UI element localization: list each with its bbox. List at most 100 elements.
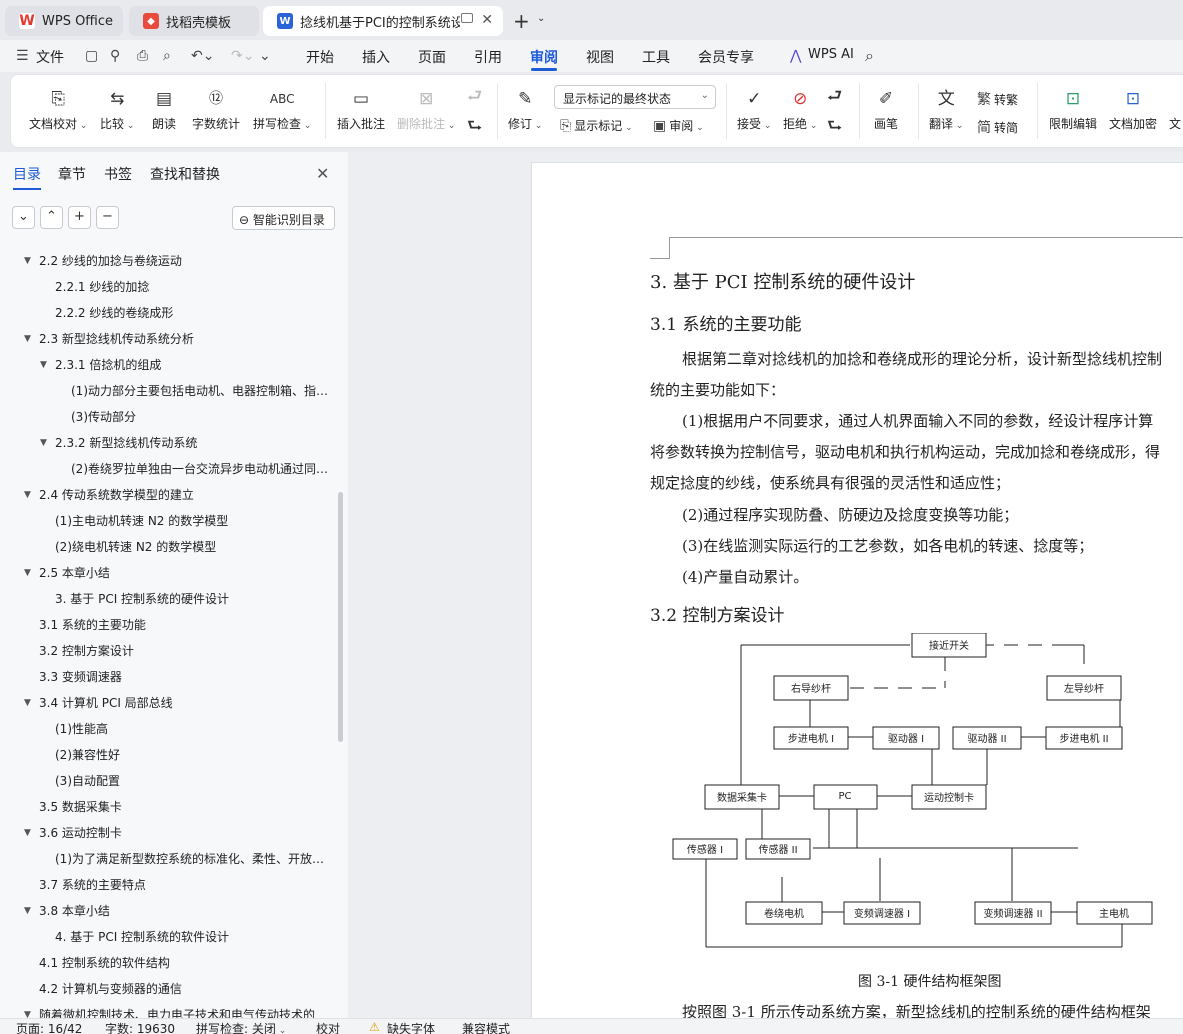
menu-view[interactable]: 视图: [586, 47, 614, 67]
hamburger-icon[interactable]: ☰: [16, 48, 29, 64]
accept-button[interactable]: ✓ 接受: [737, 85, 771, 132]
missing-font-status[interactable]: 缺失字体: [387, 1020, 435, 1034]
toc-item[interactable]: 3.3 变频调速器: [0, 664, 334, 690]
tab-document[interactable]: W 捻线机基于PCI的控制系统设计 ✕: [263, 6, 503, 36]
tab-chapters[interactable]: 章节: [58, 164, 86, 184]
toc-item[interactable]: 3.1 系统的主要功能: [0, 612, 334, 638]
expand-triangle-icon[interactable]: ▼: [24, 690, 31, 716]
menu-home[interactable]: 开始: [306, 47, 334, 67]
toc-item[interactable]: (2)卷绕罗拉单独由一台交流异步电动机通过同步带驱动: [0, 456, 334, 482]
document-page[interactable]: 3. 基于 PCI 控制系统的硬件设计 3.1 系统的主要功能 根据第二章对捻线…: [531, 162, 1183, 1022]
scrollbar[interactable]: [338, 492, 343, 742]
expand-triangle-icon[interactable]: ▼: [24, 820, 31, 846]
tab-wps-office[interactable]: W WPS Office: [5, 6, 123, 36]
search-icon[interactable]: ⌕: [865, 46, 874, 66]
menu-wps-ai[interactable]: WPS AI: [808, 47, 854, 62]
close-pane-icon[interactable]: ✕: [316, 164, 329, 183]
toc-item[interactable]: 3.5 数据采集卡: [0, 794, 334, 820]
expand-triangle-icon[interactable]: ▼: [24, 560, 31, 586]
toc-item[interactable]: ▼ 2.3 新型捻线机传动系统分析: [0, 326, 334, 352]
expand-triangle-icon[interactable]: ▼: [40, 430, 47, 456]
toc-item[interactable]: (1)主电动机转速 N2 的数学模型: [0, 508, 334, 534]
toc-item[interactable]: (2)绕电机转速 N2 的数学模型: [0, 534, 334, 560]
chevron-down-icon[interactable]: ⌄: [537, 13, 545, 24]
toc-item[interactable]: (2)兼容性好: [0, 742, 334, 768]
track-changes-button[interactable]: ✎ 修订: [508, 85, 542, 132]
proofread-button[interactable]: ⎘ 文档校对: [29, 85, 87, 132]
toc-item[interactable]: (1)为了满足新型数控系统的标准化、柔性、开放性等要求: [0, 846, 334, 872]
redo-icon[interactable]: ↷⌄: [231, 48, 254, 64]
tab-find-replace[interactable]: 查找和替换: [150, 164, 220, 184]
expand-up-button[interactable]: ⌃: [40, 206, 63, 229]
toc-item[interactable]: 4.1 控制系统的软件结构: [0, 950, 334, 976]
tab-toc[interactable]: 目录: [13, 164, 41, 190]
prev-comment-button[interactable]: ⮐: [467, 85, 482, 109]
more-ribbon-button[interactable]: 文: [1169, 85, 1181, 132]
toc-item[interactable]: ▼ 2.4 传动系统数学模型的建立: [0, 482, 334, 508]
to-simplified-button[interactable]: 简转简: [977, 117, 1018, 137]
remove-heading-button[interactable]: −: [96, 206, 119, 229]
toc-item[interactable]: ▼ 2.2 纱线的加捻与卷绕运动: [0, 248, 334, 274]
restrict-edit-button[interactable]: ⊡ 限制编辑: [1049, 85, 1097, 132]
smart-toc-button[interactable]: ⊖ 智能识别目录: [232, 206, 335, 230]
menu-page[interactable]: 页面: [418, 47, 446, 67]
new-doc-icon[interactable]: ▢: [85, 48, 98, 64]
toc-item[interactable]: 2.2.2 纱线的卷绕成形: [0, 300, 334, 326]
to-traditional-button[interactable]: 繁转繁: [977, 89, 1018, 109]
compare-button[interactable]: ⇆ 比较: [100, 85, 134, 132]
menu-reference[interactable]: 引用: [474, 47, 502, 67]
next-change-button[interactable]: ⮑: [827, 115, 842, 139]
more-icon[interactable]: ⌄: [259, 48, 271, 64]
toc-item[interactable]: (3)自动配置: [0, 768, 334, 794]
toc-item[interactable]: ▼ 3.6 运动控制卡: [0, 820, 334, 846]
toc-item[interactable]: 3.2 控制方案设计: [0, 638, 334, 664]
menu-insert[interactable]: 插入: [362, 47, 390, 67]
close-tab-icon[interactable]: ✕: [481, 12, 493, 28]
markup-state-select[interactable]: 显示标记的最终状态 ⌄: [554, 85, 716, 109]
word-count-button[interactable]: ⑫ 字数统计: [192, 85, 240, 132]
word-count-indicator[interactable]: 字数: 19630: [105, 1020, 175, 1034]
new-tab-icon[interactable]: +: [513, 9, 530, 33]
add-heading-button[interactable]: +: [68, 206, 91, 229]
toc-item[interactable]: ▼ 3.8 本章小结: [0, 898, 334, 924]
pen-button[interactable]: ✐ 画笔: [874, 85, 898, 132]
tab-docer-templates[interactable]: ◆ 找稻壳模板: [129, 6, 259, 36]
expand-triangle-icon[interactable]: ▼: [24, 898, 31, 924]
tab-bookmarks[interactable]: 书签: [104, 164, 132, 184]
print-preview-icon[interactable]: ⌕: [163, 48, 171, 64]
undo-icon[interactable]: ↶⌄: [191, 48, 214, 64]
toc-item[interactable]: 4.2 计算机与变频器的通信: [0, 976, 334, 1002]
review-pane-button[interactable]: ▣ 审阅: [653, 117, 704, 134]
toc-item[interactable]: 4. 基于 PCI 控制系统的软件设计: [0, 924, 334, 950]
delete-comment-button[interactable]: ⊠ 删除批注: [397, 85, 455, 132]
spell-check-button[interactable]: ABC 拼写检查: [253, 85, 311, 132]
translate-button[interactable]: 文翻译: [929, 85, 963, 132]
expand-triangle-icon[interactable]: ▼: [40, 352, 47, 378]
toc-item[interactable]: (1)性能高: [0, 716, 334, 742]
page-indicator[interactable]: 页面: 16/42: [16, 1020, 82, 1034]
toc-item[interactable]: ▼ 2.5 本章小结: [0, 560, 334, 586]
collapse-down-button[interactable]: ⌄: [12, 206, 35, 229]
menu-review[interactable]: 审阅: [530, 47, 558, 71]
proofread-status[interactable]: 校对: [316, 1020, 340, 1034]
show-markup-button[interactable]: ⎘ 显示标记: [560, 117, 633, 134]
link-icon[interactable]: ⚲: [110, 48, 120, 64]
menu-member[interactable]: 会员专享: [698, 47, 754, 67]
prev-change-button[interactable]: ⮐: [827, 85, 842, 109]
toc-item[interactable]: 3.7 系统的主要特点: [0, 872, 334, 898]
print-icon[interactable]: ⎙: [137, 48, 148, 64]
toc-item[interactable]: ▼ 2.3.2 新型捻线机传动系统: [0, 430, 334, 456]
expand-triangle-icon[interactable]: ▼: [24, 482, 31, 508]
reject-button[interactable]: ⊘ 拒绝: [783, 85, 817, 132]
toc-item[interactable]: ▼ 3.4 计算机 PCI 局部总线: [0, 690, 334, 716]
toc-item[interactable]: 2.2.1 纱线的加捻: [0, 274, 334, 300]
toc-item[interactable]: (3)传动部分: [0, 404, 334, 430]
read-aloud-button[interactable]: ▤ 朗读: [152, 85, 176, 132]
toc-item[interactable]: ▼ 2.3.1 倍捻机的组成: [0, 352, 334, 378]
wps-ai-icon[interactable]: ⋀: [790, 48, 801, 64]
expand-triangle-icon[interactable]: ▼: [24, 326, 31, 352]
toc-item[interactable]: (1)动力部分主要包括电动机、电器控制箱、指示灯、调速器等组成的部分: [0, 378, 334, 404]
toc-item[interactable]: 3. 基于 PCI 控制系统的硬件设计: [0, 586, 334, 612]
next-comment-button[interactable]: ⮑: [467, 115, 482, 139]
encrypt-doc-button[interactable]: ⊡ 文档加密: [1109, 85, 1157, 132]
